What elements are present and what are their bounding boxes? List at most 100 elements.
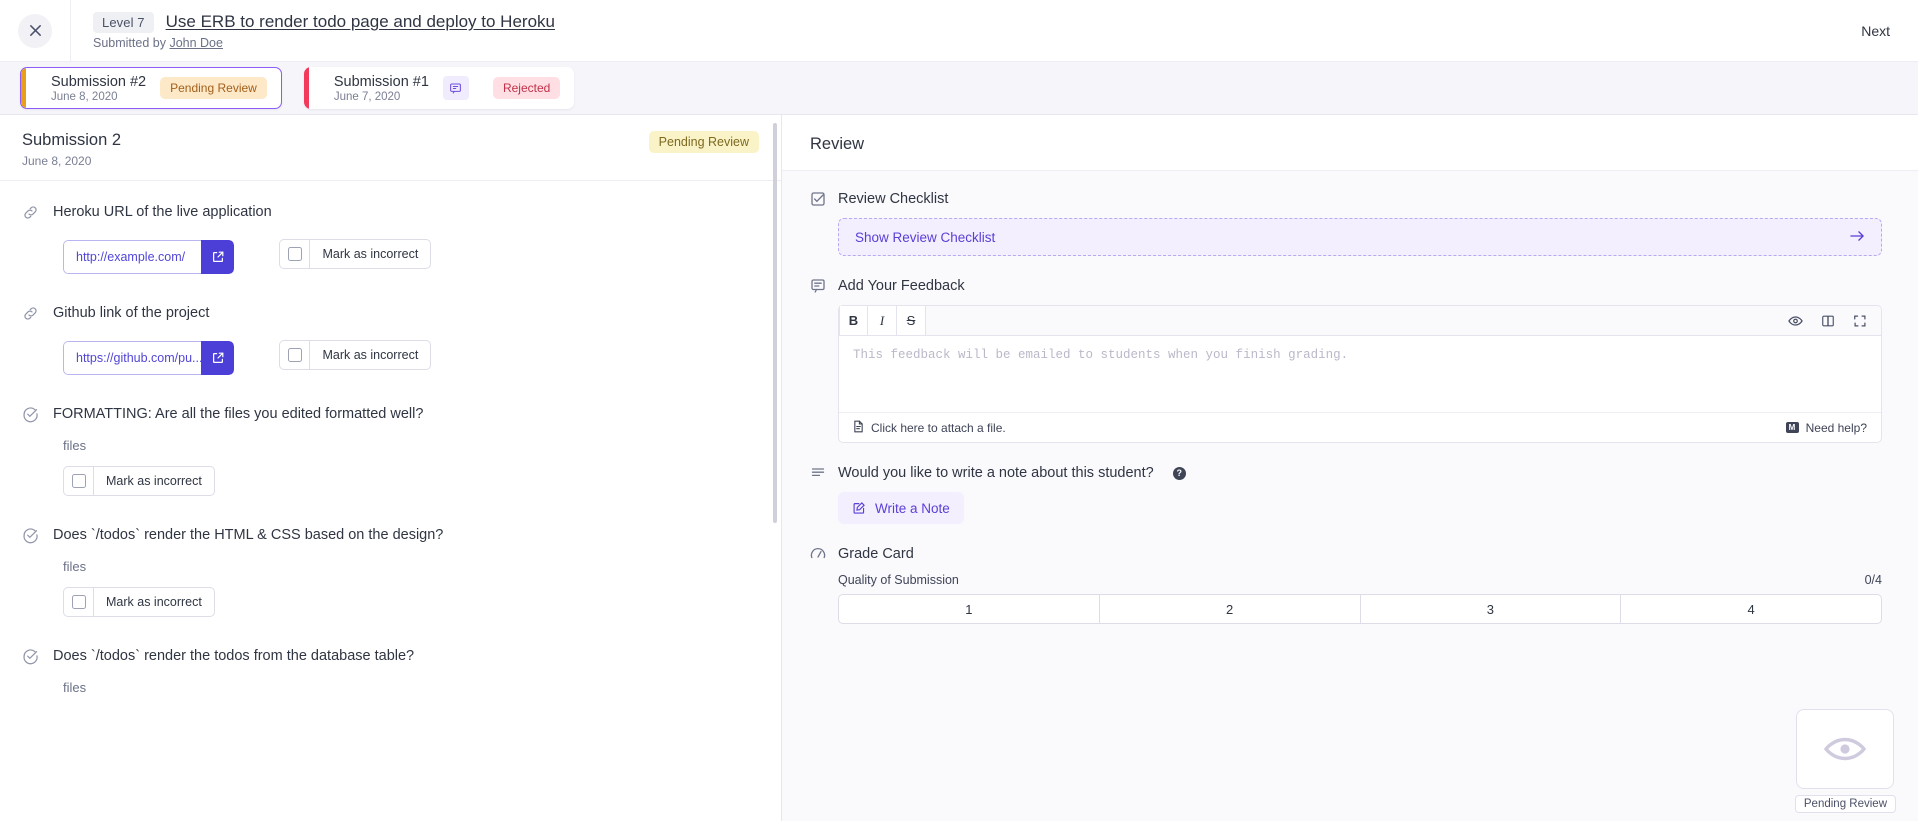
tab-name: Submission #1 xyxy=(333,73,429,90)
answer-url-row: http://example.com/ xyxy=(63,240,234,274)
close-icon[interactable] xyxy=(18,13,52,48)
left-scrollbar[interactable] xyxy=(773,123,777,523)
answer-head: Does `/todos` render the todos from the … xyxy=(22,647,759,670)
link-icon xyxy=(22,204,39,226)
checkbox-icon xyxy=(71,474,86,488)
strikethrough-icon[interactable]: S xyxy=(897,306,926,335)
answer-item: Heroku URL of the live application http:… xyxy=(22,203,759,274)
checkbox-checked-icon xyxy=(810,191,826,207)
show-review-checklist-button[interactable]: Show Review Checklist xyxy=(838,218,1882,256)
write-a-note-button[interactable]: Write a Note xyxy=(838,492,964,524)
editor-toolbar-right xyxy=(1788,306,1881,335)
preview-status-label: Pending Review xyxy=(1794,795,1896,813)
tab-stripe xyxy=(303,67,309,109)
preview-eye-button[interactable] xyxy=(1796,709,1895,789)
tab-text: Submission #2 June 8, 2020 xyxy=(40,74,146,103)
mark-as-incorrect-toggle[interactable]: Mark as incorrect xyxy=(279,340,432,370)
grade-option-2[interactable]: 2 xyxy=(1100,595,1361,623)
grading-app: Level 7 Use ERB to render todo page and … xyxy=(0,0,1918,821)
tab-date: June 7, 2020 xyxy=(333,90,401,103)
mark-label: Mark as incorrect xyxy=(106,474,202,488)
grade-criterion-label: Quality of Submission xyxy=(838,573,959,587)
submission-title-block: Submission 2 June 8, 2020 xyxy=(22,131,121,168)
answer-item: Does `/todos` render the todos from the … xyxy=(22,647,759,695)
checkbox-icon xyxy=(287,348,302,362)
answer-question: Github link of the project xyxy=(53,305,210,321)
mark-checkbox-box[interactable] xyxy=(280,341,311,369)
mark-checkbox-box[interactable] xyxy=(280,240,311,268)
submission-tab-2[interactable]: Submission #2 June 8, 2020 Pending Revie… xyxy=(20,67,282,109)
top-bar: Level 7 Use ERB to render todo page and … xyxy=(0,0,1918,62)
level-chip: Level 7 xyxy=(93,11,154,33)
editor-toolbar: B I S xyxy=(839,306,1881,336)
split-view-icon[interactable] xyxy=(1821,314,1835,328)
mark-label: Mark as incorrect xyxy=(106,595,202,609)
mark-checkbox-box[interactable] xyxy=(64,588,94,616)
review-content: Review Checklist Show Review Checklist A… xyxy=(782,171,1918,821)
mark-as-incorrect-toggle[interactable]: Mark as incorrect xyxy=(63,466,215,496)
editor-footer: Click here to attach a file. M Need help… xyxy=(839,412,1881,442)
mark-as-incorrect-toggle[interactable]: Mark as incorrect xyxy=(63,587,215,617)
editor-toolbar-left: B I S xyxy=(839,306,926,335)
check-circle-icon xyxy=(22,527,39,549)
submission-status-badge: Pending Review xyxy=(648,131,759,153)
need-help-label: Need help? xyxy=(1805,420,1867,435)
grade-option-1[interactable]: 1 xyxy=(839,595,1100,623)
submission-tabs: Submission #2 June 8, 2020 Pending Revie… xyxy=(0,62,1918,115)
section-head: Review Checklist xyxy=(810,191,1882,207)
need-help-link[interactable]: M Need help? xyxy=(1785,420,1867,435)
attach-file-button[interactable]: Click here to attach a file. xyxy=(853,420,1006,436)
external-link-icon[interactable] xyxy=(201,240,234,274)
gauge-icon xyxy=(810,546,826,562)
assignment-header: Level 7 Use ERB to render todo page and … xyxy=(71,11,555,50)
submission-date: June 8, 2020 xyxy=(22,154,92,168)
section-title: Grade Card xyxy=(838,546,914,562)
student-name-link[interactable]: John Doe xyxy=(169,36,223,50)
link-icon xyxy=(22,305,39,327)
answer-question: Does `/todos` render the todos from the … xyxy=(53,648,415,664)
answer-item: Does `/todos` render the HTML & CSS base… xyxy=(22,526,759,617)
fullscreen-icon[interactable] xyxy=(1853,314,1867,328)
comment-icon xyxy=(810,278,826,294)
answer-head: Heroku URL of the live application xyxy=(22,203,759,226)
grade-option-4[interactable]: 4 xyxy=(1621,595,1881,623)
answer-url-value[interactable]: http://example.com/ xyxy=(63,240,201,274)
feedback-editor: B I S This feedback will be emailed to s… xyxy=(838,305,1882,443)
next-button[interactable]: Next xyxy=(1861,23,1890,39)
tab-status-badge: Pending Review xyxy=(160,77,267,99)
check-circle-icon xyxy=(22,406,39,428)
answer-url-value[interactable]: https://github.com/pu... xyxy=(63,341,201,375)
feedback-section: Add Your Feedback B I S This feedback wi… xyxy=(810,278,1882,443)
bold-icon[interactable]: B xyxy=(839,306,868,335)
feedback-textarea[interactable]: This feedback will be emailed to student… xyxy=(839,336,1881,412)
section-title: Review Checklist xyxy=(838,191,949,207)
assignment-title-link[interactable]: Use ERB to render todo page and deploy t… xyxy=(166,12,555,32)
tab-name: Submission #2 xyxy=(51,73,147,90)
checkbox-icon xyxy=(287,247,302,261)
grade-card-section: Grade Card Quality of Submission 0/4 1 2… xyxy=(810,546,1882,624)
answer-value: files xyxy=(63,438,87,453)
submitted-by: Submitted by John Doe xyxy=(93,36,555,50)
review-checklist-section: Review Checklist Show Review Checklist xyxy=(810,191,1882,256)
show-review-checklist-label: Show Review Checklist xyxy=(855,229,996,245)
section-title: Add Your Feedback xyxy=(838,278,965,294)
mark-checkbox-box[interactable] xyxy=(64,467,94,495)
arrow-right-icon xyxy=(1850,230,1865,245)
eye-icon[interactable] xyxy=(1788,315,1803,327)
note-lines-icon xyxy=(810,465,826,481)
answer-head: FORMATTING: Are all the files you edited… xyxy=(22,405,759,428)
external-link-icon[interactable] xyxy=(201,341,234,375)
submission-tab-1[interactable]: Submission #1 June 7, 2020 Rejected xyxy=(303,67,575,109)
section-head: Add Your Feedback xyxy=(810,278,1882,294)
comment-icon[interactable] xyxy=(442,76,469,100)
mark-as-incorrect-toggle[interactable]: Mark as incorrect xyxy=(279,239,432,269)
question-mark-icon[interactable]: ? xyxy=(1172,466,1186,480)
note-question: Would you like to write a note about thi… xyxy=(838,465,1154,481)
grade-score: 0/4 xyxy=(1864,573,1882,587)
checkbox-icon xyxy=(71,595,86,609)
submitted-by-prefix: Submitted by xyxy=(93,35,166,50)
grade-option-3[interactable]: 3 xyxy=(1361,595,1622,623)
write-a-note-label: Write a Note xyxy=(875,500,950,516)
italic-icon[interactable]: I xyxy=(868,306,897,335)
preview-widget: Pending Review xyxy=(1794,709,1896,813)
